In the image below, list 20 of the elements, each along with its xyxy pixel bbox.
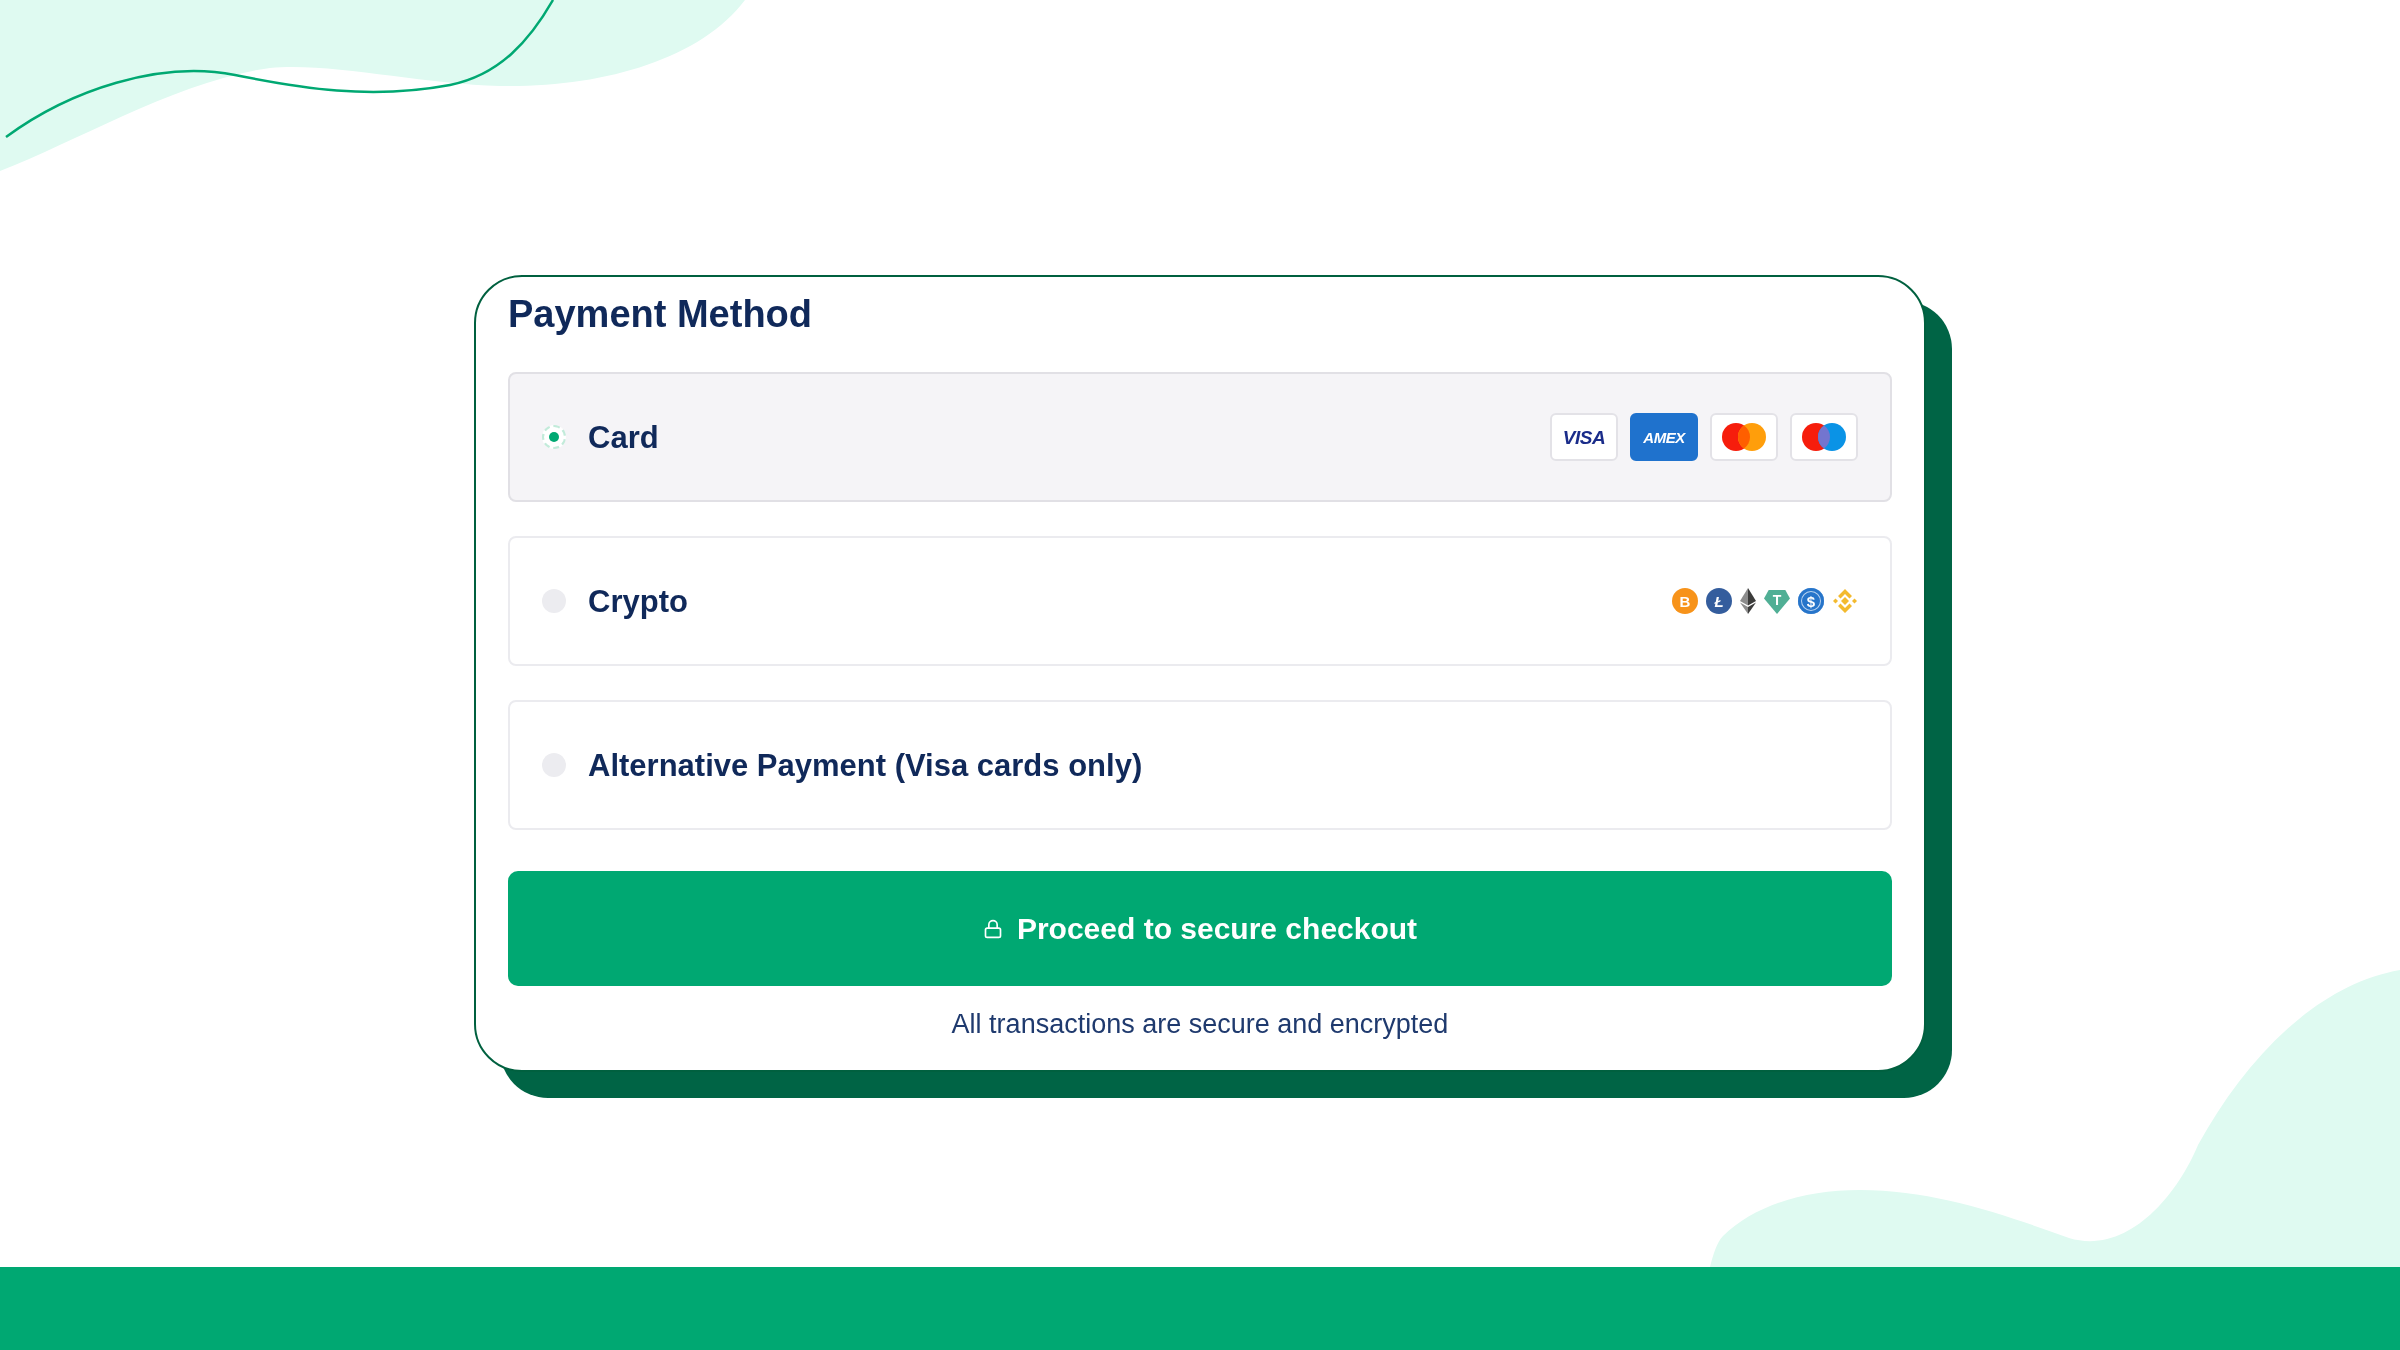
coin-icon: $ [1798, 588, 1824, 614]
option-label: Card [588, 421, 659, 453]
security-note: All transactions are secure and encrypted [951, 1008, 1449, 1040]
lock-icon [982, 918, 1003, 939]
diamond-icon [1740, 588, 1756, 614]
visa-logo: VISA [1550, 413, 1618, 461]
payment-option[interactable]: Crypto B Ł T $ [508, 536, 1892, 666]
overlapping-circles-icon [1710, 413, 1778, 461]
amex-logo: AMEX [1630, 413, 1698, 461]
section-title: Payment Method [508, 292, 813, 337]
diamond-tiles-icon [1832, 588, 1858, 614]
coin-icon: B [1672, 588, 1698, 614]
gem-icon: T [1764, 588, 1790, 614]
option-label: Crypto [588, 585, 688, 617]
coin-icon: Ł [1706, 588, 1732, 614]
payment-option[interactable]: Card VISA AMEX [508, 372, 1892, 502]
radio-button[interactable] [542, 425, 566, 449]
payment-option[interactable]: Alternative Payment (Visa cards only) [508, 700, 1892, 830]
overlapping-circles-icon [1790, 413, 1858, 461]
option-label: Alternative Payment (Visa cards only) [588, 749, 1143, 781]
